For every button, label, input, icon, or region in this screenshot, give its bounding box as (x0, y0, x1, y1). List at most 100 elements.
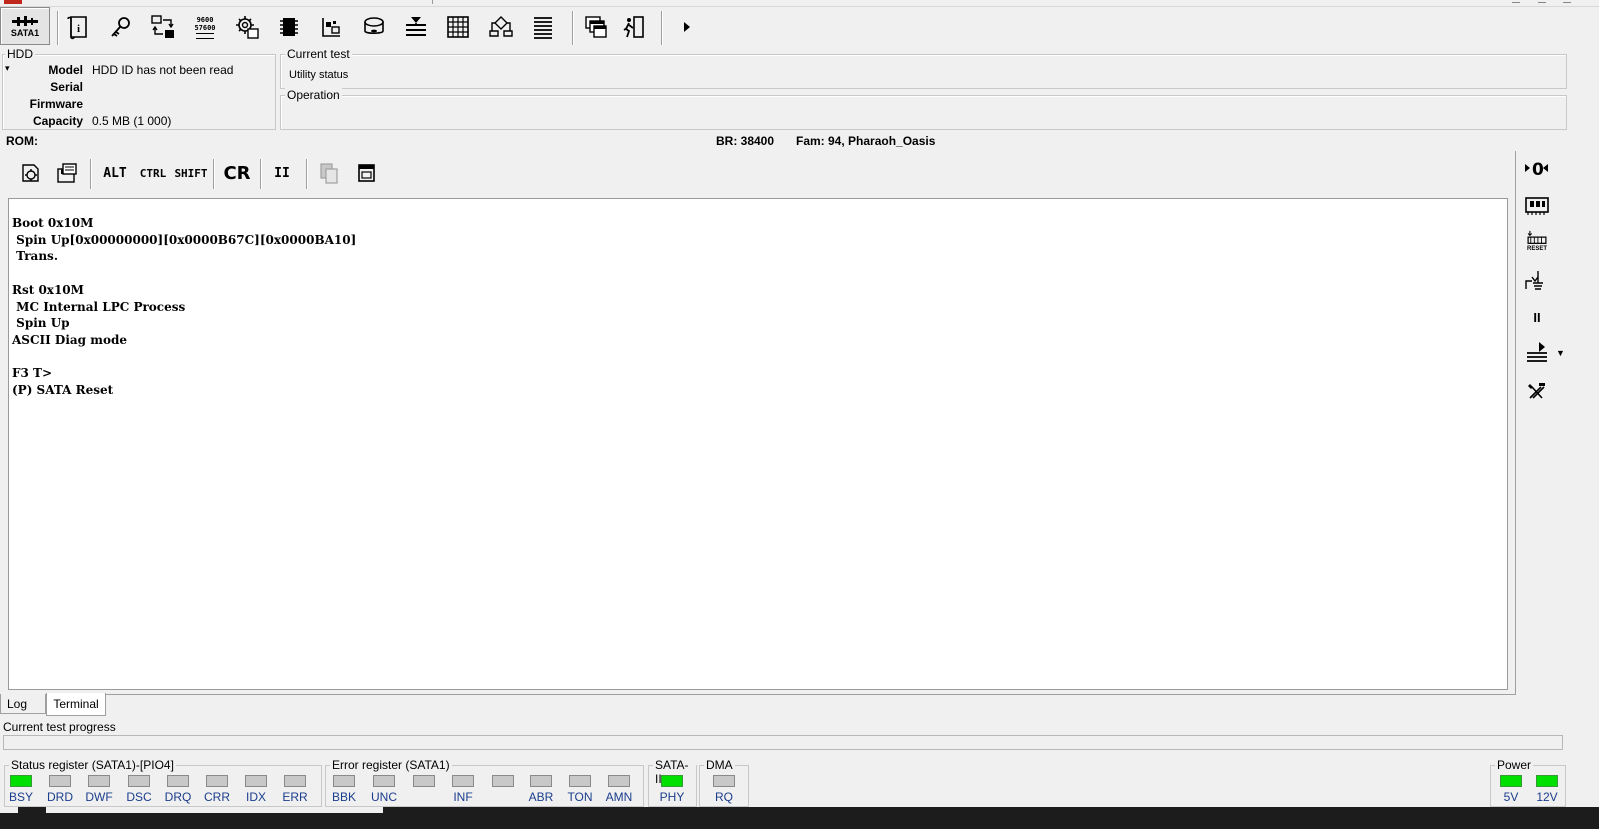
terminal-toolbar-separator (90, 159, 92, 189)
carriage-return-button[interactable]: CR (222, 157, 252, 189)
led-indicator (167, 775, 189, 787)
alt-key-button[interactable]: ALT (100, 157, 130, 189)
terminal-text: Boot 0x10M Spin Up[0x00000000][0x0000B67… (12, 216, 357, 398)
ctrl-key-button[interactable]: CTRL (136, 157, 170, 189)
dma-group: DMA RQ (699, 758, 749, 807)
exit-button[interactable] (616, 10, 650, 44)
power-title: Power (1495, 758, 1534, 772)
test-progress-bar (3, 735, 1563, 750)
head-switch-button[interactable] (1520, 265, 1554, 295)
led-indicator (333, 775, 355, 787)
rom-label: ROM: (6, 134, 38, 148)
terminal-settings-button[interactable] (16, 157, 46, 189)
led-indicator (713, 775, 735, 787)
side-pause-button[interactable]: II (1520, 302, 1554, 332)
hdd-model-label: Model (48, 63, 83, 77)
ram-button[interactable] (1520, 190, 1554, 220)
service-tools-button[interactable] (1520, 376, 1554, 406)
led-indicator (530, 775, 552, 787)
error-register-group: Error register (SATA1) BBK UNC INF ABR TON AM… (325, 758, 644, 807)
settings-button[interactable] (230, 10, 264, 44)
disk-button[interactable] (357, 10, 391, 44)
window-top-strip (0, 0, 1599, 7)
transfer-icon (151, 15, 174, 38)
wrench-hammer-icon (1528, 383, 1545, 399)
led-label: DWF (85, 790, 113, 804)
led-indicator (128, 775, 150, 787)
error-register-led-ton: TON (564, 775, 596, 804)
tab-log[interactable]: Log (0, 694, 46, 714)
shift-key-button[interactable]: SHIFT (173, 157, 209, 189)
baud-rate-readout: BR: 38400 (716, 134, 775, 148)
tab-terminal[interactable]: Terminal (46, 693, 106, 716)
minimize-mark (1512, 2, 1520, 3)
power-group: Power 5V 12V (1490, 758, 1566, 807)
toolbar-separator (572, 11, 574, 45)
dma-led-rq: RQ (708, 775, 740, 804)
sata-port-button[interactable]: SATA1 (0, 7, 50, 45)
led-indicator (569, 775, 591, 787)
chip-button[interactable] (272, 10, 306, 44)
sata-connector-icon (12, 15, 38, 26)
led-indicator (88, 775, 110, 787)
tests-button[interactable]: i (61, 10, 95, 44)
paste-button[interactable] (352, 157, 382, 189)
scroll-info-icon: i (67, 16, 87, 40)
status-register-led-dwf: DWF (83, 775, 115, 804)
switch-heads-icon (1525, 271, 1543, 290)
board-button[interactable] (314, 10, 348, 44)
baud-rate-button[interactable]: 9600 57600 (188, 10, 222, 44)
current-test-group: Current test Utility status (280, 47, 1567, 89)
terminal-toolbar-separator (306, 159, 308, 189)
heads-dropdown-icon[interactable]: ▼ (1556, 348, 1565, 358)
power-cycle-button[interactable]: 0 (1520, 153, 1554, 183)
led-label: RQ (715, 790, 733, 804)
table-button[interactable] (441, 10, 475, 44)
copy-icon (320, 163, 338, 184)
memory-module-icon (1525, 197, 1549, 215)
power-led-5v: 5V (1495, 775, 1527, 804)
terminal-save-button[interactable] (52, 157, 82, 189)
heads-stack-icon (406, 17, 426, 36)
led-label: AMN (605, 790, 633, 804)
save-log-icon (57, 163, 77, 183)
reset-button[interactable]: RESET (1520, 226, 1554, 256)
taskbar-strip (0, 807, 1599, 829)
strip-tick (432, 0, 433, 4)
tools-button[interactable] (104, 10, 138, 44)
copy-button[interactable] (314, 157, 344, 189)
led-indicator (373, 775, 395, 787)
list-button[interactable] (526, 10, 560, 44)
transfer-button[interactable] (146, 10, 180, 44)
more-tools-button[interactable] (669, 10, 703, 44)
status-register-led-drd: DRD (44, 775, 76, 804)
bottom-tabs: Log Terminal (0, 693, 300, 717)
led-label: DRD (47, 790, 73, 804)
operation-group: Operation (280, 88, 1567, 130)
error-register-led-abr: ABR (525, 775, 557, 804)
flowchart-button[interactable] (484, 10, 518, 44)
terminal-toolbar: ALT CTRL SHIFT CR II (8, 155, 1508, 191)
flowchart-icon (489, 16, 513, 37)
hdd-capacity-label: Capacity (32, 114, 83, 128)
close-mark (1563, 2, 1571, 3)
windows-button[interactable] (579, 10, 613, 44)
terminal-output[interactable]: Boot 0x10M Spin Up[0x00000000][0x0000B67… (8, 198, 1508, 690)
led-label: IDX (245, 790, 266, 804)
led-indicator (49, 775, 71, 787)
led-label: 12V (1536, 790, 1558, 804)
led-label: PHY (659, 790, 685, 804)
status-register-title: Status register (SATA1)-[PIO4] (9, 758, 176, 772)
heads-button[interactable] (399, 10, 433, 44)
operation-title: Operation (285, 88, 342, 102)
sata2-led-phy: PHY (656, 775, 688, 804)
page-gear-icon (22, 164, 39, 182)
heads-map-button[interactable] (1520, 338, 1554, 368)
circuit-board-icon (322, 18, 340, 37)
led-label: DSC (126, 790, 152, 804)
status-register-led-err: ERR (279, 775, 311, 804)
terminal-pause-button[interactable]: II (270, 157, 294, 189)
status-register-led-drq: DRQ (162, 775, 194, 804)
led-indicator (492, 775, 514, 787)
toolbar-separator (661, 11, 663, 45)
